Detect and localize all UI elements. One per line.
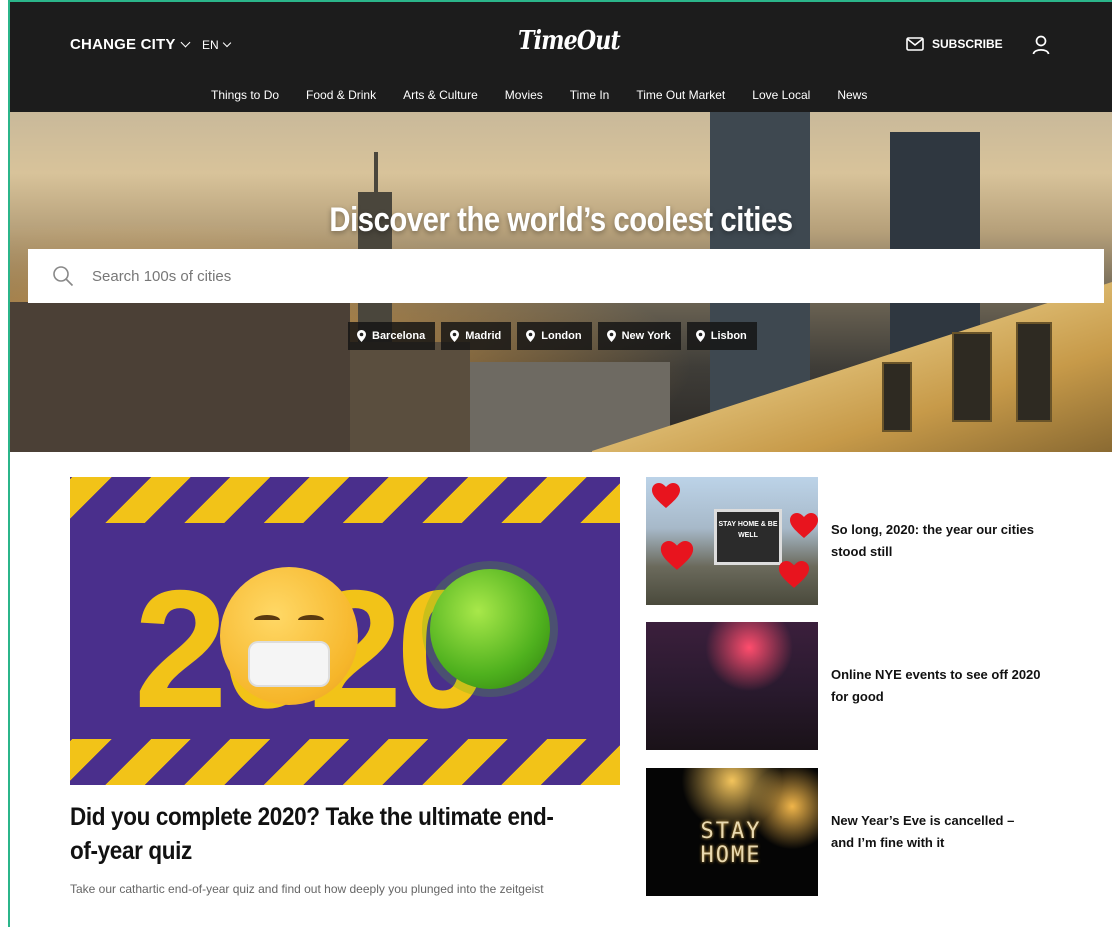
city-pill-lisbon[interactable]: Lisbon bbox=[686, 322, 757, 350]
heart-icon bbox=[652, 483, 680, 508]
subscribe-button[interactable]: SUBSCRIBE bbox=[906, 37, 1003, 51]
hero-banner: Discover the world’s coolest cities Barc… bbox=[10, 112, 1112, 452]
city-pill-label: London bbox=[541, 330, 582, 342]
subscribe-label: SUBSCRIBE bbox=[932, 37, 1003, 51]
side-article-title: So long, 2020: the year our cities stood… bbox=[831, 522, 1035, 559]
nav-arts-culture[interactable]: Arts & Culture bbox=[403, 88, 478, 102]
nav-news[interactable]: News bbox=[837, 88, 867, 102]
train-window bbox=[1016, 322, 1052, 422]
side-article-1[interactable]: STAY HOME & BE WELL So long, 2020: the y… bbox=[646, 477, 1046, 605]
heart-icon bbox=[660, 541, 694, 570]
emoji-eye bbox=[298, 615, 324, 625]
nav-movies[interactable]: Movies bbox=[505, 88, 543, 102]
city-pill-madrid[interactable]: Madrid bbox=[441, 322, 512, 350]
page: CHANGE CITY EN TimeOut SUBSCRIBE Things … bbox=[8, 0, 1112, 927]
timeout-logo[interactable]: TimeOut bbox=[518, 26, 621, 56]
stay-home-text: STAY HOME bbox=[700, 819, 762, 868]
city-pill-label: Lisbon bbox=[710, 330, 747, 342]
nav-time-out-market[interactable]: Time Out Market bbox=[636, 88, 725, 102]
side-article-3[interactable]: STAY HOME New Year’s Eve is cancelled – … bbox=[646, 768, 1046, 896]
face-mask bbox=[248, 641, 330, 687]
city-pill-barcelona[interactable]: Barcelona bbox=[348, 322, 436, 350]
train-window bbox=[882, 362, 912, 432]
hero-title: Discover the world’s coolest cities bbox=[329, 201, 793, 239]
nav-things-to-do[interactable]: Things to Do bbox=[211, 88, 279, 102]
nav-food-drink[interactable]: Food & Drink bbox=[306, 88, 376, 102]
side-article-title: New Year’s Eve is cancelled – and I’m fi… bbox=[831, 813, 1015, 850]
side-article-title: Online NYE events to see off 2020 for go… bbox=[831, 667, 1041, 704]
main-nav: Things to Do Food & Drink Arts & Culture… bbox=[10, 88, 1112, 102]
skyline-building bbox=[350, 342, 470, 452]
language-selector[interactable]: EN bbox=[202, 38, 231, 52]
city-pill-label: Madrid bbox=[465, 330, 502, 342]
search-input[interactable] bbox=[92, 267, 992, 285]
heart-icon bbox=[778, 561, 810, 588]
account-button[interactable] bbox=[1032, 35, 1050, 60]
location-pin-icon bbox=[357, 330, 366, 342]
emoji-eye bbox=[254, 615, 280, 625]
mail-icon bbox=[906, 37, 924, 51]
train-window bbox=[952, 332, 992, 422]
feature-image[interactable]: 2020 bbox=[70, 477, 620, 785]
city-pill-label: Barcelona bbox=[372, 330, 426, 342]
city-search-box[interactable] bbox=[28, 249, 1104, 303]
side-article-thumbnail: STAY HOME & BE WELL bbox=[646, 477, 818, 605]
search-icon bbox=[53, 266, 74, 287]
side-article-2[interactable]: Online NYE events to see off 2020 for go… bbox=[646, 622, 1046, 750]
side-article-thumbnail: STAY HOME bbox=[646, 768, 818, 896]
hazard-stripes bbox=[70, 477, 620, 523]
feature-title[interactable]: Did you complete 2020? Take the ultimate… bbox=[70, 800, 574, 868]
heart-icon bbox=[790, 513, 818, 538]
nav-love-local[interactable]: Love Local bbox=[752, 88, 810, 102]
chevron-down-icon bbox=[180, 37, 190, 48]
location-pin-icon bbox=[606, 330, 616, 342]
city-pill-london[interactable]: London bbox=[517, 322, 592, 350]
location-pin-icon bbox=[526, 330, 536, 342]
site-header: CHANGE CITY EN TimeOut SUBSCRIBE Things … bbox=[10, 2, 1112, 112]
nav-time-in[interactable]: Time In bbox=[570, 88, 610, 102]
cinema-marquee: STAY HOME & BE WELL bbox=[714, 509, 782, 565]
skyline-building bbox=[10, 302, 350, 452]
language-label: EN bbox=[202, 38, 219, 52]
change-city-button[interactable]: CHANGE CITY bbox=[70, 36, 190, 53]
city-pill-label: New York bbox=[621, 330, 671, 342]
mask-face-emoji-icon bbox=[220, 567, 358, 705]
city-pill-new-york[interactable]: New York bbox=[597, 322, 681, 350]
popular-cities: Barcelona Madrid London New York Lisbon bbox=[348, 322, 757, 350]
virus-icon bbox=[430, 569, 550, 689]
side-article-thumbnail bbox=[646, 622, 818, 750]
location-pin-icon bbox=[695, 330, 705, 342]
feature-description: Take our cathartic end-of-year quiz and … bbox=[70, 882, 544, 896]
user-icon bbox=[1032, 35, 1050, 55]
location-pin-icon bbox=[450, 330, 460, 342]
change-city-label: CHANGE CITY bbox=[70, 36, 176, 53]
chevron-down-icon bbox=[222, 38, 231, 48]
